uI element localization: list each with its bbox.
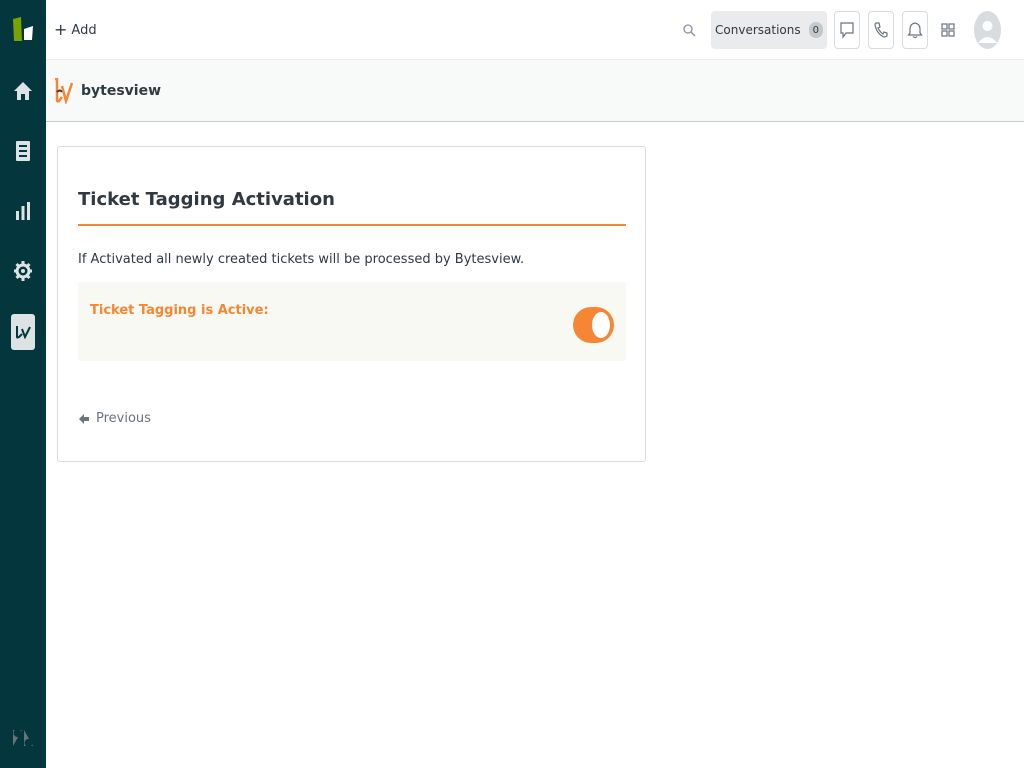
app-tile [11, 314, 35, 350]
bell-icon[interactable] [902, 11, 928, 49]
title-divider [78, 224, 626, 226]
conversations-button[interactable]: Conversations 0 [711, 11, 827, 49]
app-brand: bytesview [53, 78, 161, 104]
phone-icon[interactable] [868, 11, 894, 49]
add-label: Add [71, 22, 97, 38]
reporting-icon[interactable] [0, 191, 46, 231]
home-icon[interactable] [0, 71, 46, 111]
bytesview-app-icon[interactable] [0, 312, 46, 352]
sidebar [0, 0, 46, 768]
plus-icon: + [54, 20, 68, 39]
search-icon[interactable] [680, 21, 698, 39]
conversations-label: Conversations [715, 23, 801, 37]
status-label: Ticket Tagging is Active: [90, 303, 269, 318]
card-description: If Activated all newly created tickets w… [78, 252, 525, 267]
status-panel: Ticket Tagging is Active: [78, 282, 626, 361]
toggle-knob [592, 312, 610, 338]
conversations-count-badge: 0 [808, 22, 823, 38]
admin-gear-icon[interactable] [0, 251, 46, 291]
views-icon[interactable] [0, 131, 46, 171]
previous-label: Previous [96, 411, 151, 426]
card-title: Ticket Tagging Activation [78, 189, 335, 210]
bytesview-logo-icon [55, 78, 73, 104]
avatar-icon[interactable] [974, 11, 1001, 49]
app-header-bar: bytesview [46, 60, 1024, 122]
chat-icon[interactable] [834, 11, 860, 49]
zendesk-logo-icon[interactable] [0, 718, 46, 758]
ticket-tagging-card: Ticket Tagging Activation If Activated a… [57, 146, 646, 462]
arrow-left-icon [79, 413, 89, 424]
products-grid-icon[interactable] [938, 20, 958, 40]
previous-button[interactable]: Previous [78, 411, 151, 426]
app-brand-name: bytesview [81, 83, 162, 99]
top-header: + Add Conversations 0 [46, 0, 1024, 60]
zendesk-support-logo-icon[interactable] [0, 11, 46, 47]
add-button[interactable]: + Add [54, 18, 97, 42]
ticket-tagging-toggle[interactable] [573, 307, 614, 343]
